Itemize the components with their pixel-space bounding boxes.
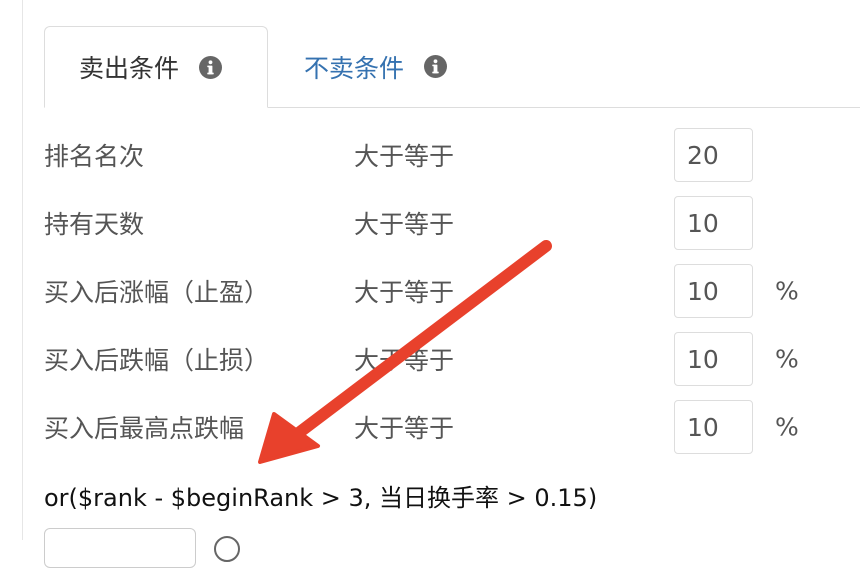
condition-operator[interactable]: 大于等于 <box>354 205 454 241</box>
condition-operator[interactable]: 大于等于 <box>354 409 454 445</box>
condition-row-take-profit: 买入后涨幅（止盈） 大于等于 % <box>44 264 860 318</box>
condition-label: 买入后涨幅（止盈） <box>44 278 270 307</box>
tab-sell-conditions[interactable]: 卖出条件 <box>44 26 268 108</box>
tab-no-sell-conditions[interactable]: 不卖条件 <box>270 26 490 107</box>
condition-operator[interactable]: 大于等于 <box>354 137 454 173</box>
condition-label: 持有天数 <box>44 210 145 239</box>
condition-label: 排名名次 <box>44 142 145 171</box>
condition-row-rank: 排名名次 大于等于 <box>44 128 860 182</box>
take-profit-input[interactable] <box>674 264 753 318</box>
condition-row-stop-loss: 买入后跌幅（止损） 大于等于 % <box>44 332 860 386</box>
bottom-select-box[interactable] <box>44 528 196 568</box>
condition-row-peak-drawdown: 买入后最高点跌幅 大于等于 % <box>44 400 860 454</box>
rank-threshold-input[interactable] <box>674 128 753 182</box>
info-icon[interactable] <box>424 55 448 78</box>
condition-label: 买入后跌幅（止损） <box>44 346 270 375</box>
custom-formula-text: or($rank - $beginRank > 3, 当日换手率 > 0.15) <box>44 484 598 512</box>
condition-operator[interactable]: 大于等于 <box>354 341 454 377</box>
peak-drawdown-input[interactable] <box>674 400 753 454</box>
tab-sell-conditions-label: 卖出条件 <box>79 54 180 83</box>
info-icon[interactable] <box>199 55 223 79</box>
condition-row-holding-days: 持有天数 大于等于 <box>44 196 860 250</box>
condition-operator[interactable]: 大于等于 <box>354 273 454 309</box>
percent-unit: % <box>775 276 799 306</box>
stop-loss-input[interactable] <box>674 332 753 386</box>
percent-unit: % <box>775 412 799 442</box>
left-border-rule <box>22 0 23 540</box>
percent-unit: % <box>775 344 799 374</box>
tab-no-sell-conditions-label: 不卖条件 <box>304 53 405 83</box>
condition-tabs: 卖出条件 不卖条件 <box>44 26 860 108</box>
condition-label: 买入后最高点跌幅 <box>44 414 245 443</box>
holding-days-input[interactable] <box>674 196 753 250</box>
